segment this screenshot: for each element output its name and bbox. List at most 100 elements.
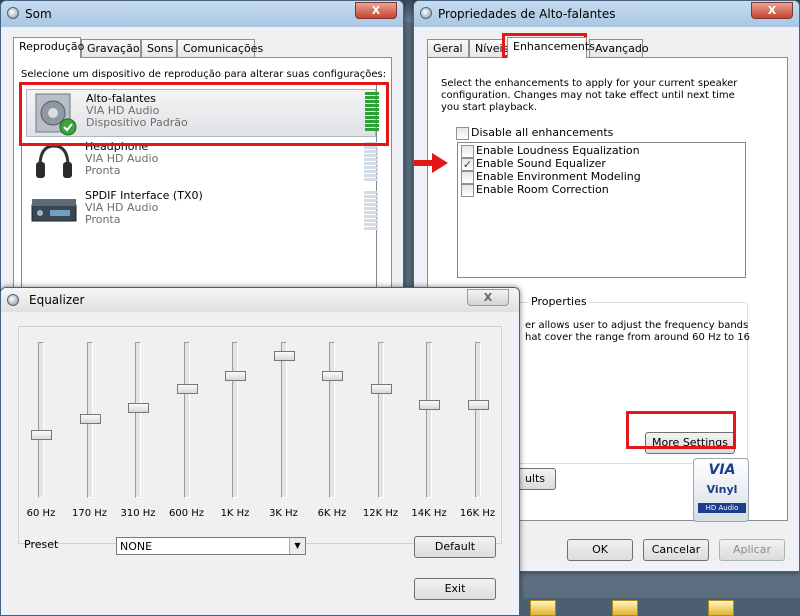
speaker-icon xyxy=(420,7,432,19)
level-meter xyxy=(364,191,378,231)
eq-slider-thumb[interactable] xyxy=(370,384,392,395)
folder-icon[interactable] xyxy=(612,600,638,616)
eq-slider-thumb[interactable] xyxy=(176,384,198,395)
eq-slider-thumb[interactable] xyxy=(225,371,246,382)
preset-label: Preset xyxy=(24,538,59,551)
instruction-text: Selecione um dispositivo de reprodução p… xyxy=(21,69,387,80)
properties-group-title: Properties xyxy=(529,295,589,308)
red-arrow-icon xyxy=(414,153,448,173)
eq-band-label: 12K Hz xyxy=(362,508,399,519)
highlight-more-settings xyxy=(626,411,736,449)
via-vinyl-badge: VIA Vinyl HD Audio xyxy=(693,458,749,522)
via-logo-text: VIA xyxy=(708,462,736,478)
properties-titlebar: Propriedades de Alto-falantes X xyxy=(414,1,799,27)
room-correction-label: Enable Room Correction xyxy=(476,183,609,196)
eq-slider-0[interactable] xyxy=(30,340,52,500)
tab-niveis[interactable]: Níveis xyxy=(469,39,508,57)
eq-slider-thumb[interactable] xyxy=(79,413,101,424)
eq-slider-6[interactable] xyxy=(321,340,343,500)
ok-button[interactable]: OK xyxy=(567,539,633,561)
eq-band-label: 600 Hz xyxy=(168,508,205,519)
eq-slider-track xyxy=(377,342,384,498)
sound-equalizer-checkbox[interactable]: ✓ xyxy=(461,158,474,171)
loudness-label: Enable Loudness Equalization xyxy=(476,144,640,157)
chevron-down-icon: ▼ xyxy=(289,538,305,554)
sound-equalizer-label: Enable Sound Equalizer xyxy=(476,157,606,170)
properties-window-title: Propriedades de Alto-falantes xyxy=(438,7,616,21)
sound-titlebar: Som X xyxy=(1,1,403,27)
restore-defaults-button[interactable]: ults xyxy=(514,468,556,490)
desktop-area xyxy=(520,598,800,616)
device-item-spdif[interactable]: SPDIF Interface (TX0) VIA HD Audio Pront… xyxy=(26,189,378,237)
eq-slider-thumb[interactable] xyxy=(467,400,489,411)
enhancements-description: Select the enhancements to apply for you… xyxy=(441,78,738,113)
eq-band-label: 3K Hz xyxy=(269,508,298,519)
eq-slider-1[interactable] xyxy=(79,340,101,500)
tab-enhancements[interactable]: Enhancements xyxy=(507,37,595,58)
exit-button[interactable]: Exit xyxy=(414,578,496,600)
properties-text-line-1: er allows user to adjust the frequency b… xyxy=(525,320,749,331)
environment-checkbox[interactable] xyxy=(461,171,474,184)
eq-slider-thumb[interactable] xyxy=(419,400,440,411)
eq-slider-track xyxy=(183,342,190,498)
default-button[interactable]: Default xyxy=(414,536,496,558)
room-correction-checkbox[interactable] xyxy=(461,184,474,197)
eq-band-label: 170 Hz xyxy=(71,508,108,519)
eq-slider-2[interactable] xyxy=(127,340,149,500)
eq-band-label: 310 Hz xyxy=(120,508,156,519)
eq-band-label: 14K Hz xyxy=(411,508,447,519)
device-status: Pronta xyxy=(85,213,121,226)
loudness-checkbox[interactable] xyxy=(461,145,474,158)
preset-value: NONE xyxy=(120,540,153,553)
eq-band-label: 6K Hz xyxy=(317,508,347,519)
eq-slider-track xyxy=(426,342,432,498)
disable-all-label: Disable all enhancements xyxy=(471,126,614,139)
sound-client: Reprodução Gravação Sons Comunicações Se… xyxy=(8,29,396,324)
eq-slider-5[interactable] xyxy=(273,340,295,500)
eq-slider-7[interactable] xyxy=(370,340,392,500)
sound-window: Som X Reprodução Gravação Sons Comunicaç… xyxy=(0,0,404,324)
close-button[interactable]: X xyxy=(355,2,397,19)
eq-band-label: 1K Hz xyxy=(220,508,250,519)
disable-all-checkbox[interactable] xyxy=(456,127,469,140)
tab-sons[interactable]: Sons xyxy=(141,39,177,57)
close-button[interactable]: X xyxy=(751,2,793,19)
tab-reproducao[interactable]: Reprodução xyxy=(13,37,84,58)
headphone-icon xyxy=(36,144,72,178)
device-status: Pronta xyxy=(85,164,121,177)
folder-icon[interactable] xyxy=(530,600,556,616)
tab-geral[interactable]: Geral xyxy=(427,39,469,57)
equalizer-close-button[interactable]: X xyxy=(467,289,509,306)
eq-slider-thumb[interactable] xyxy=(273,350,295,361)
vinyl-text: Vinyl xyxy=(706,483,738,496)
equalizer-titlebar: Equalizer X xyxy=(1,288,519,312)
eq-slider-track xyxy=(232,342,238,498)
eq-slider-8[interactable] xyxy=(418,340,440,500)
eq-slider-3[interactable] xyxy=(176,340,198,500)
apply-button[interactable]: Aplicar xyxy=(719,539,785,561)
eq-slider-track xyxy=(280,342,287,498)
preset-dropdown[interactable]: NONE ▼ xyxy=(116,537,306,555)
tab-comunicacoes[interactable]: Comunicações xyxy=(177,39,263,57)
eq-band-label: 16K Hz xyxy=(459,508,496,519)
properties-text-line-2: hat cover the range from around 60 Hz to… xyxy=(525,332,750,343)
spdif-device-icon xyxy=(31,199,77,222)
eq-slider-track xyxy=(38,342,44,498)
environment-label: Enable Environment Modeling xyxy=(476,170,641,183)
eq-slider-9[interactable] xyxy=(467,340,489,500)
enhancements-list: Enable Loudness Equalization ✓ Enable So… xyxy=(457,142,746,278)
level-meter xyxy=(364,142,378,182)
eq-slider-4[interactable] xyxy=(224,340,246,500)
eq-slider-track xyxy=(329,342,335,498)
device-item-headphone[interactable]: Headphone VIA HD Audio Pronta xyxy=(26,140,378,188)
eq-slider-thumb[interactable] xyxy=(128,403,149,414)
speaker-icon xyxy=(7,7,19,19)
folder-icon[interactable] xyxy=(708,600,734,616)
highlight-default-device xyxy=(19,82,389,146)
tab-avancado[interactable]: Avançado xyxy=(589,39,649,57)
eq-slider-thumb[interactable] xyxy=(322,371,343,382)
eq-slider-track xyxy=(474,342,481,498)
tab-gravacao[interactable]: Gravação xyxy=(81,39,141,57)
eq-slider-thumb[interactable] xyxy=(31,429,52,440)
cancel-button[interactable]: Cancelar xyxy=(643,539,709,561)
